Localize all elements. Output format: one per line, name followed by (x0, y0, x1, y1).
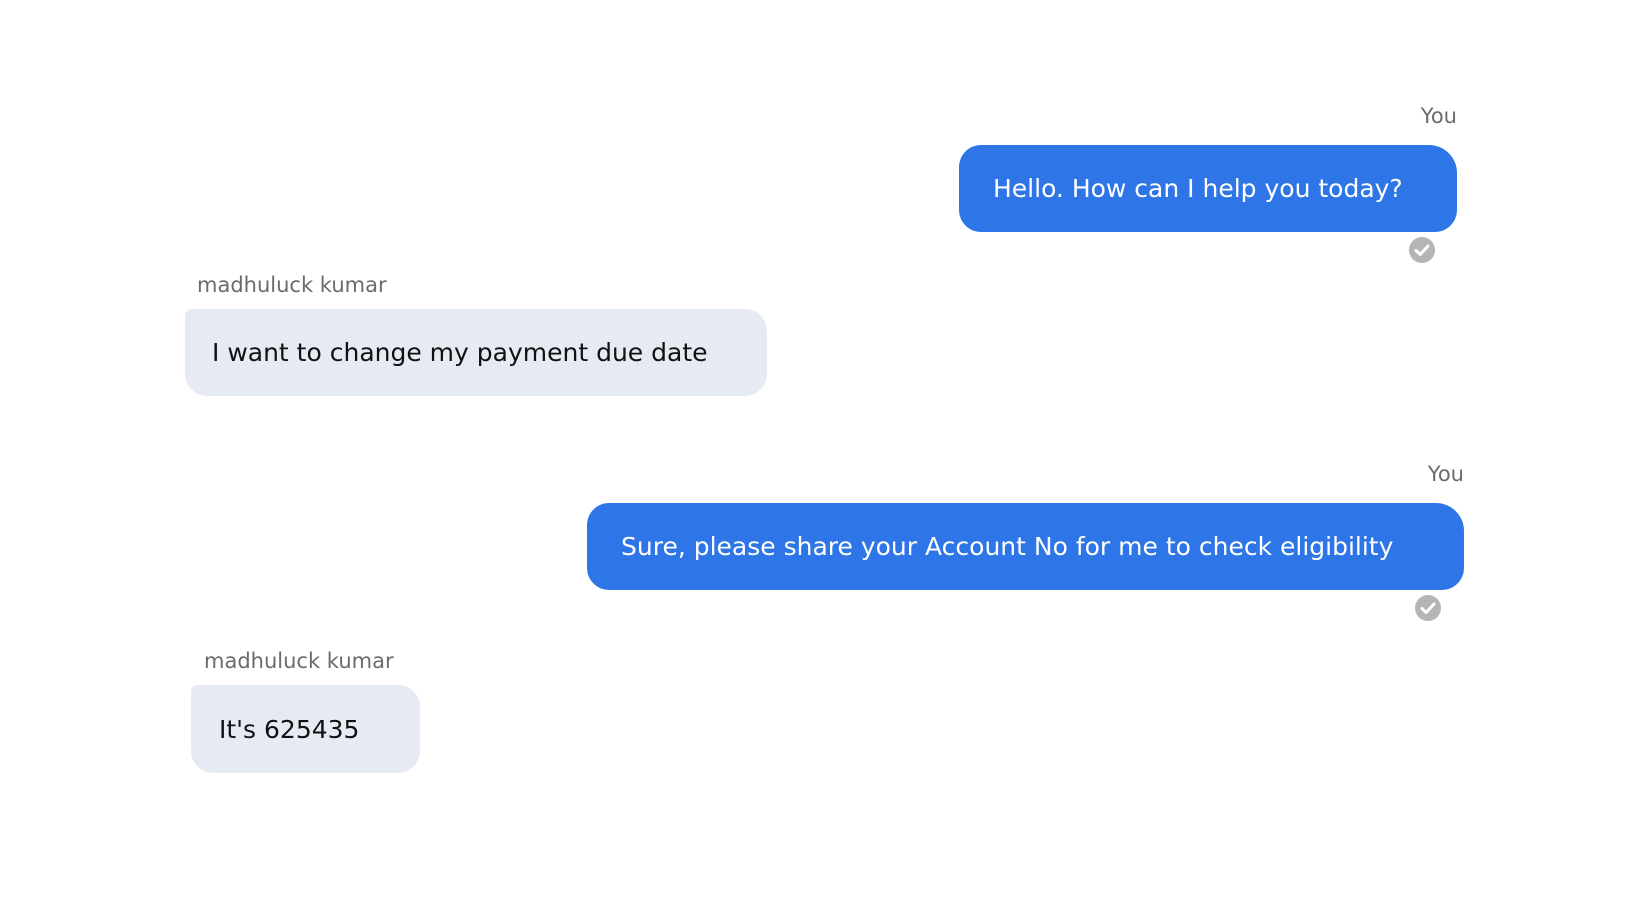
message-text: Hello. How can I help you today? (993, 174, 1403, 203)
check-circle-icon (1409, 237, 1435, 263)
outgoing-message-bubble[interactable]: Sure, please share your Account No for m… (587, 503, 1464, 590)
sender-label: madhuluck kumar (204, 649, 394, 673)
sender-label: You (1427, 462, 1464, 486)
chat-transcript: You Hello. How can I help you today? mad… (0, 0, 1640, 924)
sender-label: You (1420, 104, 1457, 128)
message-text: Sure, please share your Account No for m… (621, 532, 1394, 561)
message-text: I want to change my payment due date (212, 338, 708, 367)
message-text: It's 625435 (219, 714, 360, 744)
outgoing-message-bubble[interactable]: Hello. How can I help you today? (959, 145, 1457, 232)
incoming-message-bubble[interactable]: I want to change my payment due date (185, 309, 767, 396)
incoming-message-bubble[interactable]: It's 625435 (191, 685, 420, 773)
check-circle-icon (1415, 595, 1441, 621)
sender-label: madhuluck kumar (197, 273, 387, 297)
